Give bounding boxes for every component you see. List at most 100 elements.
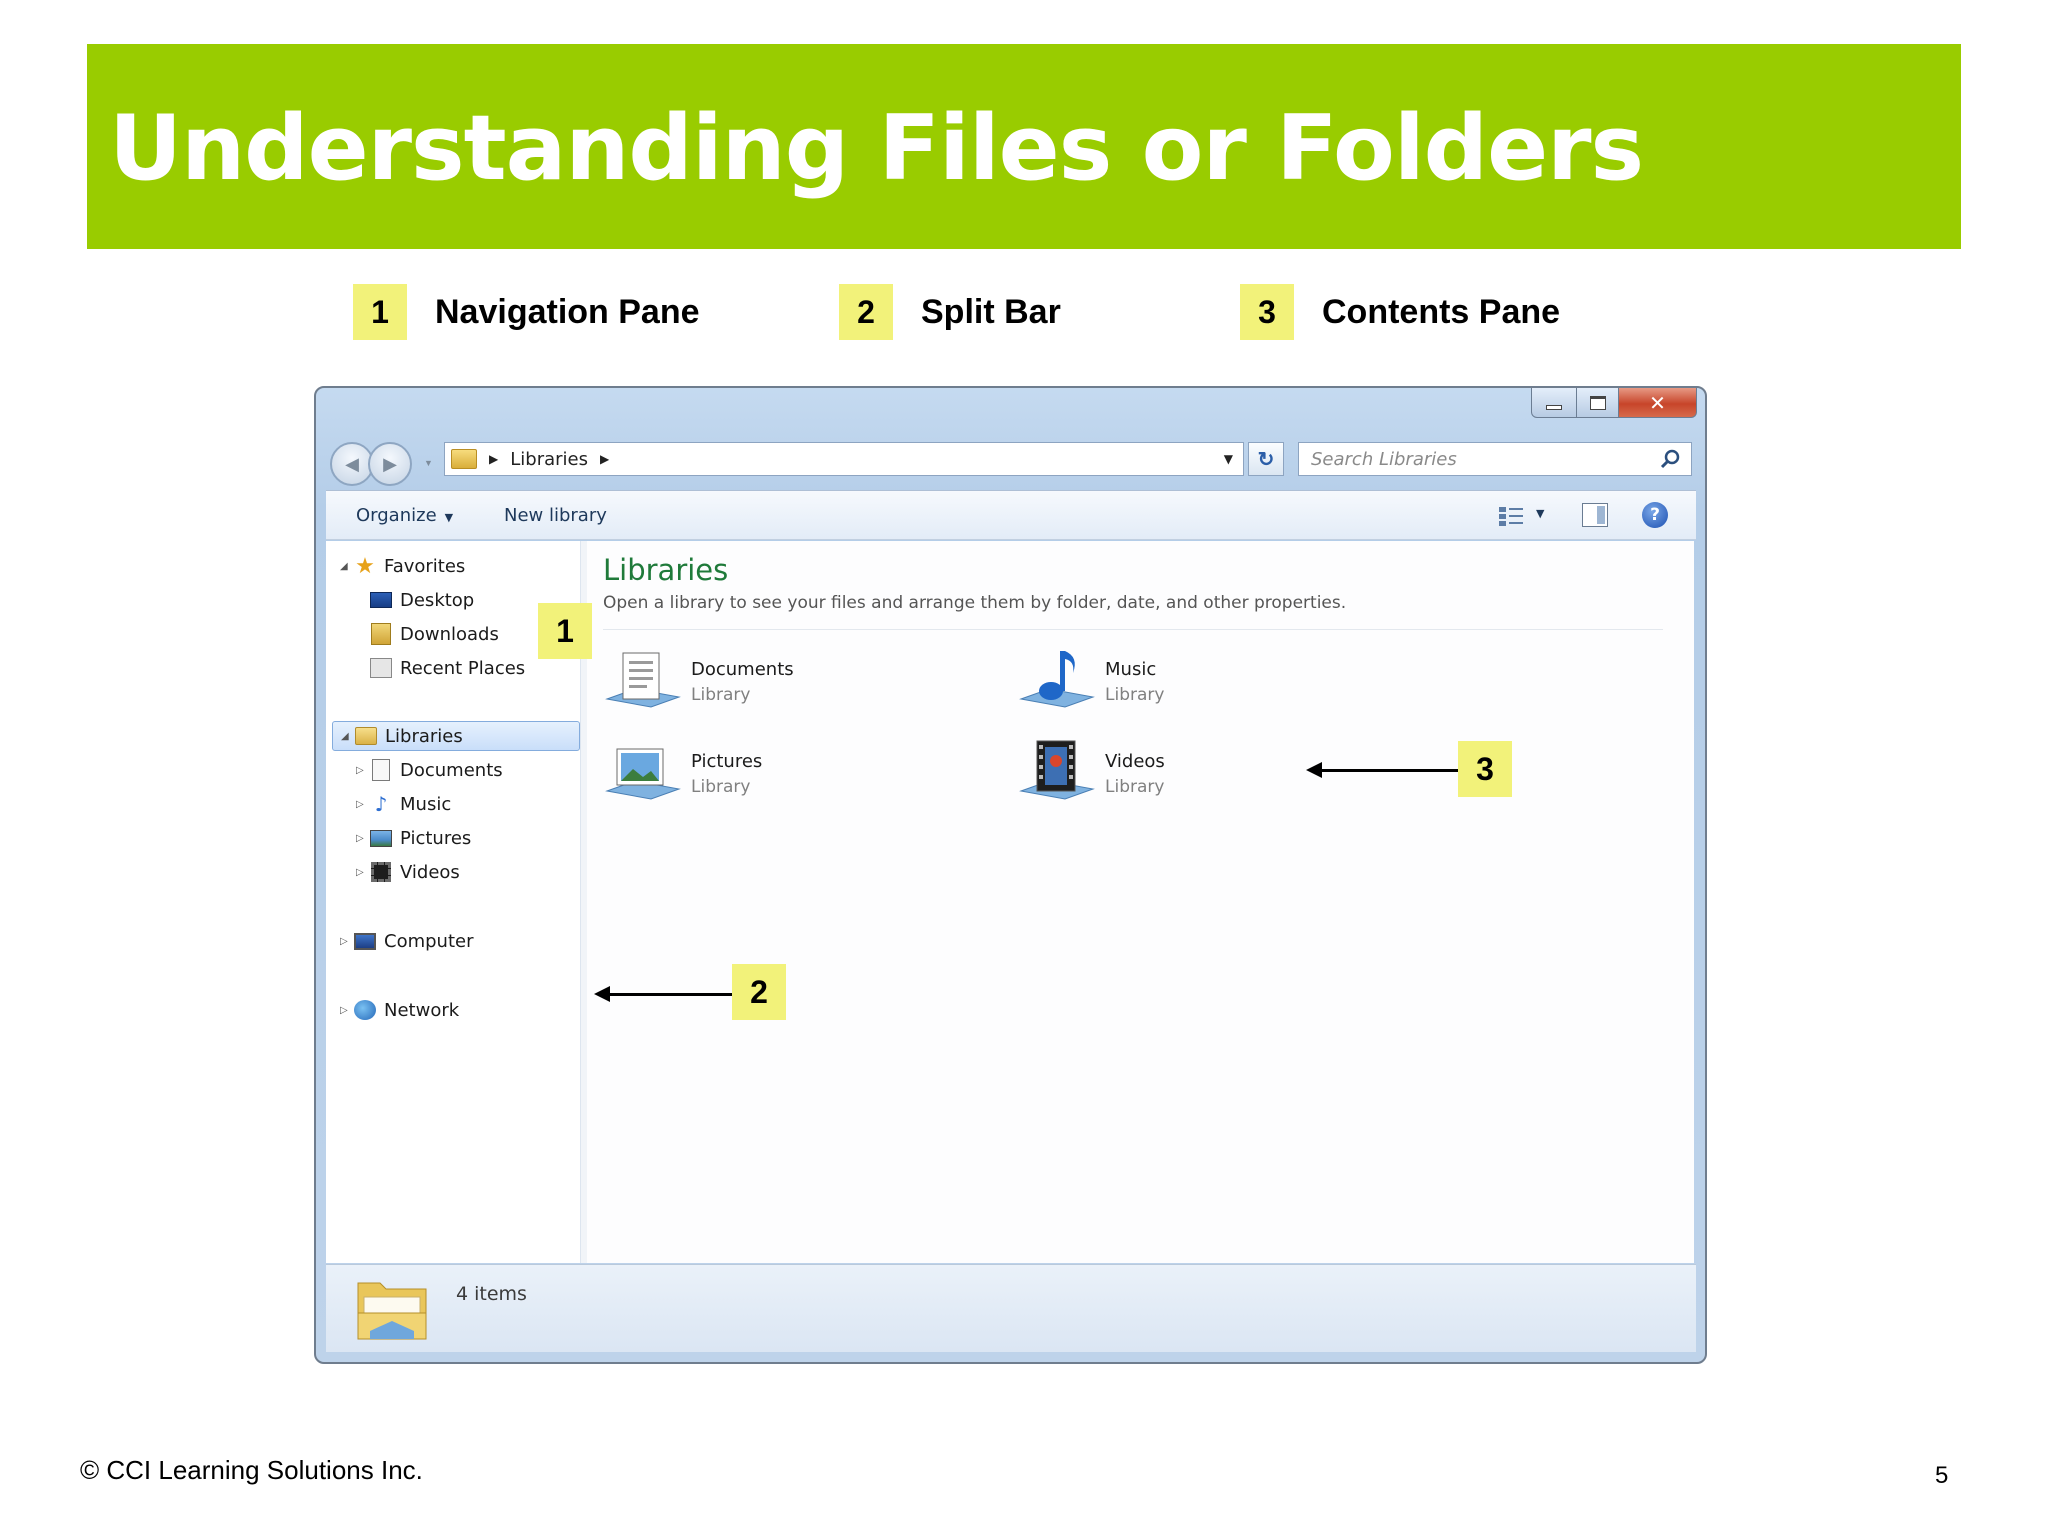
window-controls: ✕ xyxy=(1531,388,1697,420)
legend-label: Navigation Pane xyxy=(435,292,700,331)
nav-item-libraries[interactable]: ◢ Libraries xyxy=(332,721,580,751)
nav-label: Music xyxy=(400,793,452,815)
desktop-icon-wrapper xyxy=(370,590,392,610)
nav-item-recent-places[interactable]: Recent Places xyxy=(370,653,525,683)
breadcrumb-separator-icon[interactable]: ▶ xyxy=(489,452,498,466)
maximize-button[interactable] xyxy=(1577,388,1619,418)
videos-library-icon xyxy=(1019,740,1095,800)
nav-item-pictures[interactable]: ▷ Pictures xyxy=(356,823,471,853)
expand-arrow-icon[interactable]: ◢ xyxy=(340,561,354,572)
chevron-down-icon: ▼ xyxy=(444,511,454,524)
downloads-icon-wrapper xyxy=(370,623,392,645)
film-strip-icon xyxy=(371,862,391,882)
preview-pane-button[interactable] xyxy=(1582,503,1608,527)
downloads-icon xyxy=(371,623,391,645)
collapse-arrow-icon[interactable]: ▷ xyxy=(340,1005,354,1016)
organize-button[interactable]: Organize ▼ xyxy=(356,505,453,526)
breadcrumb-separator-icon[interactable]: ▶ xyxy=(600,452,609,466)
library-item-music[interactable]: Music Library xyxy=(1017,641,1397,721)
address-bar[interactable]: ▶ Libraries ▶ ▼ xyxy=(444,442,1244,476)
item-count: 4 items xyxy=(456,1283,527,1305)
pictures-icon xyxy=(370,829,392,847)
close-icon: ✕ xyxy=(1649,390,1666,415)
callout-badge-contents-pane: 3 xyxy=(1458,741,1512,797)
music-library-icon xyxy=(1019,651,1095,708)
legend-item-contents-pane: 3 Contents Pane xyxy=(1240,284,1560,340)
collapse-arrow-icon[interactable]: ▷ xyxy=(356,765,370,776)
library-type: Library xyxy=(691,685,751,705)
nav-item-music[interactable]: ▷ ♪ Music xyxy=(356,789,451,819)
forward-button[interactable]: ▶ xyxy=(368,442,412,486)
nav-label: Documents xyxy=(400,759,503,781)
libraries-folder-large-icon xyxy=(357,1282,427,1340)
change-view-icon[interactable] xyxy=(1498,505,1524,527)
documents-icon-wrapper xyxy=(370,759,392,781)
library-name: Music xyxy=(1105,659,1157,680)
callout-arrow-split-bar xyxy=(594,986,734,1002)
legend-label: Contents Pane xyxy=(1322,292,1561,331)
computer-icon-wrapper xyxy=(354,931,376,951)
nav-item-documents[interactable]: ▷ Documents xyxy=(356,755,503,785)
library-type: Library xyxy=(691,777,751,797)
close-button[interactable]: ✕ xyxy=(1619,388,1697,418)
refresh-icon: ↻ xyxy=(1257,448,1275,471)
library-item-pictures[interactable]: Pictures Library xyxy=(603,733,983,813)
collapse-arrow-icon[interactable]: ▷ xyxy=(356,799,370,810)
help-button[interactable]: ? xyxy=(1642,502,1668,528)
search-input[interactable]: Search Libraries xyxy=(1298,442,1692,476)
legend-item-navigation-pane: 1 Navigation Pane xyxy=(353,284,700,340)
nav-item-computer[interactable]: ▷ Computer xyxy=(340,926,473,956)
minimize-button[interactable] xyxy=(1531,388,1577,418)
library-name: Pictures xyxy=(691,751,763,772)
expand-arrow-icon[interactable]: ◢ xyxy=(341,731,355,742)
pictures-icon-wrapper xyxy=(370,828,392,848)
libraries-icon-wrapper xyxy=(355,726,377,746)
explorer-window: ✕ ◀ ▶ ▼ ▶ Libraries ▶ ▼ ↻ Search Librari… xyxy=(314,386,1707,1364)
libraries-folder-icon xyxy=(451,449,477,469)
recent-places-icon-wrapper xyxy=(370,658,392,678)
libraries-icon xyxy=(355,727,377,745)
details-pane: 4 items xyxy=(326,1264,1696,1352)
legend-item-split-bar: 2 Split Bar xyxy=(839,284,1061,340)
forward-arrow-icon: ▶ xyxy=(383,453,397,474)
videos-icon-wrapper xyxy=(370,862,392,882)
nav-item-desktop[interactable]: Desktop xyxy=(370,585,474,615)
refresh-button[interactable]: ↻ xyxy=(1248,442,1284,476)
search-icon[interactable] xyxy=(1659,448,1681,470)
nav-item-videos[interactable]: ▷ Videos xyxy=(356,857,460,887)
library-type: Library xyxy=(1105,777,1165,797)
network-globe-icon xyxy=(354,1000,376,1020)
view-options-dropdown-icon[interactable]: ▼ xyxy=(1536,507,1544,520)
music-note-icon: ♪ xyxy=(374,792,388,816)
nav-label: Downloads xyxy=(400,623,499,645)
contents-subtitle: Open a library to see your files and arr… xyxy=(603,593,1347,613)
nav-label: Network xyxy=(384,999,460,1021)
address-dropdown-icon[interactable]: ▼ xyxy=(1224,452,1233,466)
nav-label: Libraries xyxy=(385,725,463,747)
nav-label: Pictures xyxy=(400,827,472,849)
collapse-arrow-icon[interactable]: ▷ xyxy=(356,833,370,844)
legend-number-badge: 1 xyxy=(353,284,407,340)
computer-icon xyxy=(354,932,376,950)
legend-label: Split Bar xyxy=(921,292,1061,331)
collapse-arrow-icon[interactable]: ▷ xyxy=(356,867,370,878)
library-item-documents[interactable]: Documents Library xyxy=(603,641,983,721)
recent-places-icon xyxy=(370,658,392,678)
back-arrow-icon: ◀ xyxy=(345,453,359,474)
callout-badge-navigation-pane: 1 xyxy=(538,603,592,659)
desktop-icon xyxy=(370,592,392,608)
collapse-arrow-icon[interactable]: ▷ xyxy=(340,936,354,947)
slide-header: Understanding Files or Folders xyxy=(87,44,1961,249)
new-library-button[interactable]: New library xyxy=(504,505,607,526)
legend-number-badge: 3 xyxy=(1240,284,1294,340)
nav-item-network[interactable]: ▷ Network xyxy=(340,995,459,1025)
library-item-videos[interactable]: Videos Library xyxy=(1017,733,1397,813)
nav-item-favorites[interactable]: ◢ ★ Favorites xyxy=(340,551,465,581)
pictures-library-icon xyxy=(605,748,681,800)
minimize-icon xyxy=(1546,405,1562,410)
breadcrumb-libraries[interactable]: Libraries xyxy=(510,449,588,470)
recent-pages-dropdown[interactable]: ▼ xyxy=(424,458,433,468)
contents-pane: Libraries Open a library to see your fil… xyxy=(587,541,1694,1263)
organize-label: Organize xyxy=(356,505,437,526)
nav-item-downloads[interactable]: Downloads xyxy=(370,619,499,649)
